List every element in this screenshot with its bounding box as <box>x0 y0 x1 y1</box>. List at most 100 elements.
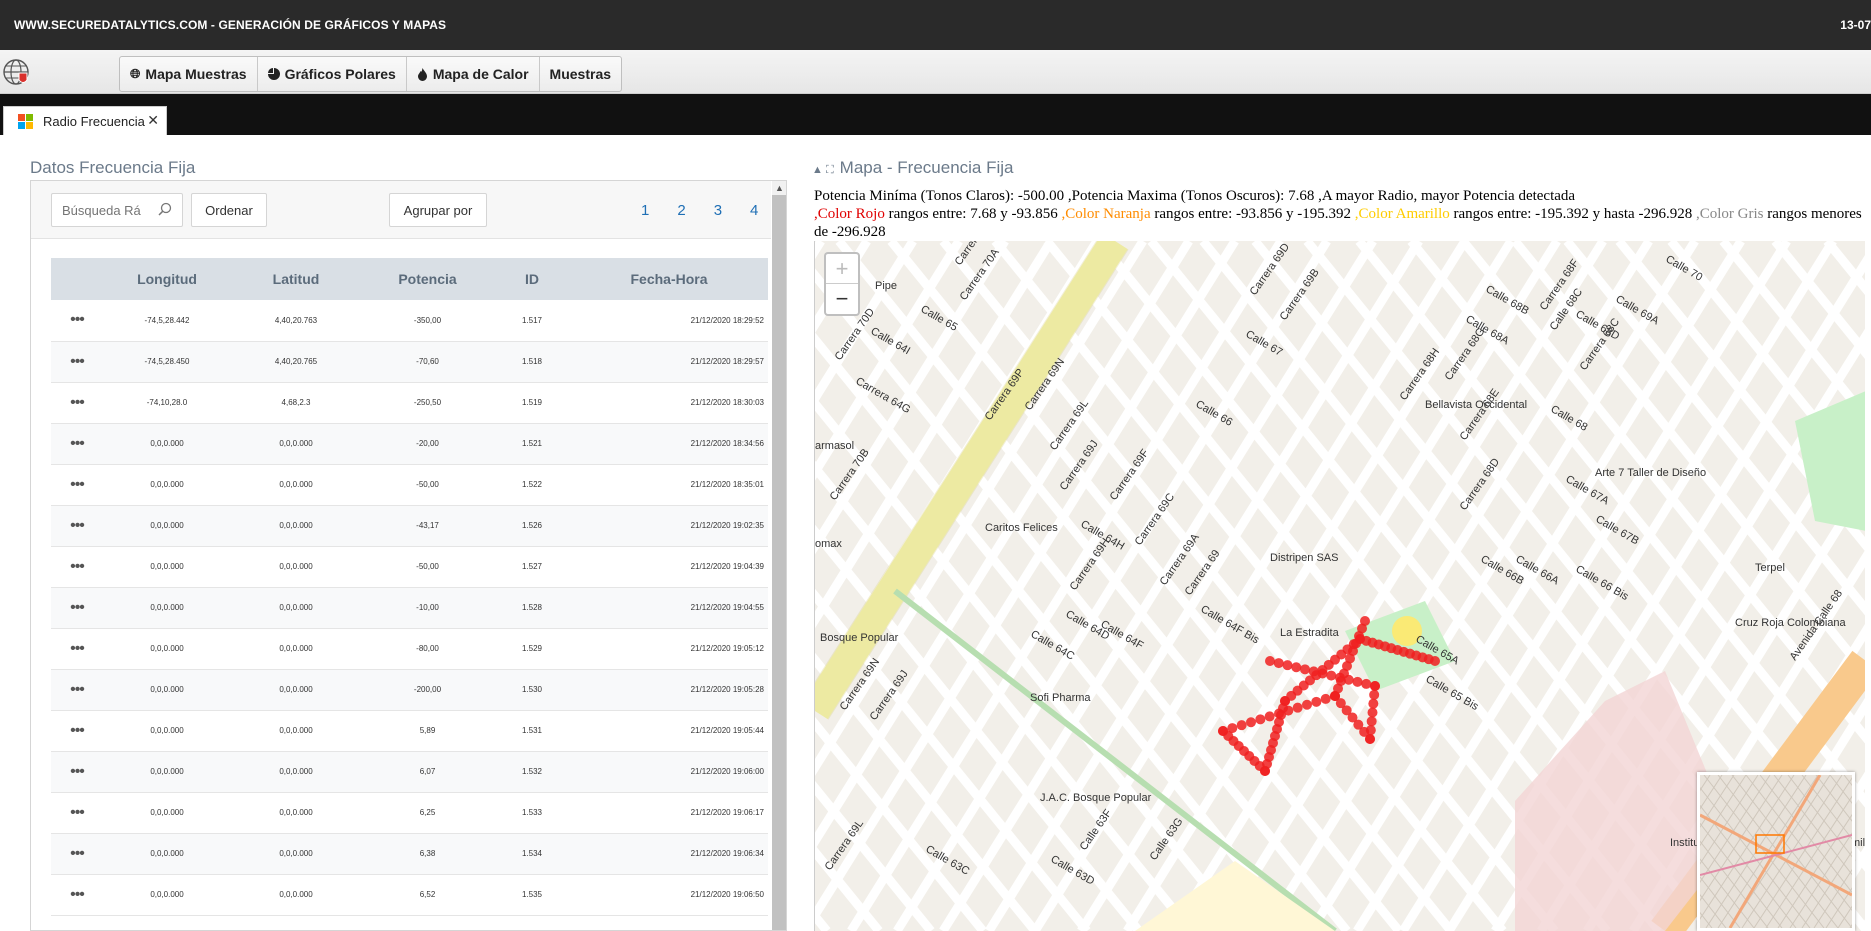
table-row[interactable]: ••• 0,0,0.000 0,0,0.000 -50,00 1.522 21/12/20… <box>51 464 768 506</box>
row-actions-icon[interactable]: ••• <box>51 382 103 424</box>
cell-fecha-hora: 21/12/2020 18:29:52 <box>570 300 768 342</box>
cell-fecha-hora: 21/12/2020 18:34:56 <box>570 423 768 465</box>
cell-id: 1.527 <box>494 546 570 588</box>
table-row[interactable]: ••• 0,0,0.000 0,0,0.000 6,07 1.532 21/12/2020… <box>51 751 768 793</box>
row-actions-icon[interactable]: ••• <box>51 628 103 670</box>
cell-id: 1.533 <box>494 792 570 834</box>
column-id[interactable]: ID <box>494 258 570 300</box>
nav-muestras[interactable]: Muestras <box>540 57 621 91</box>
cell-latitud: 0,0,0.000 <box>231 710 361 752</box>
map-label: Caritos Felices <box>985 522 1058 534</box>
table-row[interactable]: ••• 0,0,0.000 0,0,0.000 -200,00 1.530 21/12/2… <box>51 669 768 711</box>
column-latitud[interactable]: Latitud <box>231 258 361 300</box>
row-actions-icon[interactable]: ••• <box>51 505 103 547</box>
tab-strip <box>0 94 1871 135</box>
cell-potencia: -10,00 <box>361 587 494 629</box>
tab-radio-frecuencia[interactable]: Radio Frecuencia ✕ <box>3 106 167 135</box>
cell-longitud: 0,0,0.000 <box>103 710 231 752</box>
row-actions-icon[interactable]: ••• <box>51 751 103 793</box>
legend-amarillo-range: rangos entre: -195.392 y hasta -296.928 <box>1449 206 1696 222</box>
nav-mapa-de-calor[interactable]: Mapa de Calor <box>407 57 540 91</box>
cell-potencia: 6,52 <box>361 874 494 916</box>
zoom-in-button[interactable]: + <box>826 254 858 284</box>
nav-mapa-muestras[interactable]: 🌐︎ Mapa Muestras <box>120 57 258 91</box>
table-row[interactable]: ••• 0,0,0.000 0,0,0.000 -20,00 1.521 21/12/20… <box>51 423 768 465</box>
row-actions-icon[interactable]: ••• <box>51 300 103 342</box>
table-row[interactable]: ••• 0,0,0.000 0,0,0.000 6,38 1.534 21/12/2020… <box>51 833 768 875</box>
table-row[interactable]: ••• 0,0,0.000 0,0,0.000 -80,00 1.529 21/12/20… <box>51 628 768 670</box>
search-input[interactable] <box>52 194 152 226</box>
table-row[interactable]: ••• -74,5,28.450 4,40,20.765 -70,60 1.518 21/… <box>51 341 768 383</box>
page-2[interactable]: 2 <box>677 202 685 219</box>
tab-label: Radio Frecuencia <box>43 113 145 129</box>
data-table: Longitud Latitud Potencia ID Fecha-Hora … <box>51 258 768 916</box>
app-title-bar: WWW.SECUREDATALYTICS.COM - GENERACIÓN DE… <box>0 0 1871 50</box>
nav-graficos-polares[interactable]: Gráficos Polares <box>258 57 407 91</box>
tab-close-icon[interactable]: ✕ <box>147 112 159 129</box>
table-row[interactable]: ••• 0,0,0.000 0,0,0.000 5,89 1.531 21/12/2020… <box>51 710 768 752</box>
cell-latitud: 0,0,0.000 <box>231 792 361 834</box>
column-fecha-hora[interactable]: Fecha-Hora <box>570 258 768 300</box>
row-actions-icon[interactable]: ••• <box>51 792 103 834</box>
table-row[interactable]: ••• 0,0,0.000 0,0,0.000 -43,17 1.526 21/12/20… <box>51 505 768 547</box>
table-row[interactable]: ••• -74,10,28.0 4,68,2.3 -250,50 1.519 21/12/… <box>51 382 768 424</box>
row-actions-icon[interactable]: ••• <box>51 423 103 465</box>
column-potencia[interactable]: Potencia <box>361 258 494 300</box>
cell-longitud: -74,10,28.0 <box>103 382 231 424</box>
cell-potencia: -350,00 <box>361 300 494 342</box>
search-box <box>51 193 183 227</box>
row-actions-icon[interactable]: ••• <box>51 546 103 588</box>
cell-potencia: -20,00 <box>361 423 494 465</box>
cell-fecha-hora: 21/12/2020 19:05:12 <box>570 628 768 670</box>
grid-toolbar: Ordenar Agrupar por 1 2 3 4 <box>31 181 771 239</box>
cell-potencia: -250,50 <box>361 382 494 424</box>
row-actions-icon[interactable]: ••• <box>51 587 103 629</box>
map-label: Arte 7 Taller de Diseño <box>1595 467 1706 479</box>
row-actions-icon[interactable]: ••• <box>51 464 103 506</box>
cell-longitud: 0,0,0.000 <box>103 423 231 465</box>
row-actions-icon[interactable]: ••• <box>51 874 103 916</box>
table-row[interactable]: ••• 0,0,0.000 0,0,0.000 6,25 1.533 21/12/2020… <box>51 792 768 834</box>
legend-gris: ,Color Gris <box>1695 206 1764 222</box>
legend-line1: Potencia Miníma (Tonos Claros): -500.00 … <box>814 188 1576 204</box>
map-label: Bosque Popular <box>820 632 899 644</box>
cell-latitud: 0,0,0.000 <box>231 751 361 793</box>
search-icon[interactable] <box>158 202 172 216</box>
cell-longitud: 0,0,0.000 <box>103 669 231 711</box>
cell-fecha-hora: 21/12/2020 19:04:39 <box>570 546 768 588</box>
nav-label: Mapa de Calor <box>432 66 529 82</box>
group-by-button[interactable]: Agrupar por <box>389 193 487 227</box>
zoom-control: + − <box>824 252 860 316</box>
minimap[interactable] <box>1697 772 1855 931</box>
column-longitud[interactable]: Longitud <box>103 258 231 300</box>
map-label: Terpel <box>1755 562 1785 574</box>
app-title: WWW.SECUREDATALYTICS.COM - GENERACIÓN DE… <box>14 18 447 32</box>
cell-id: 1.531 <box>494 710 570 752</box>
cell-potencia: 6,38 <box>361 833 494 875</box>
cell-latitud: 0,0,0.000 <box>231 628 361 670</box>
cell-id: 1.535 <box>494 874 570 916</box>
collapse-icon[interactable]: ▲ ⛶ <box>812 164 834 176</box>
row-actions-icon[interactable]: ••• <box>51 341 103 383</box>
page-4[interactable]: 4 <box>750 202 758 219</box>
table-row[interactable]: ••• 0,0,0.000 0,0,0.000 -10,00 1.528 21/12/20… <box>51 587 768 629</box>
page-3[interactable]: 3 <box>714 202 722 219</box>
table-row[interactable]: ••• 0,0,0.000 0,0,0.000 6,52 1.535 21/12/2020… <box>51 874 768 916</box>
zoom-out-button[interactable]: − <box>826 284 858 314</box>
table-row[interactable]: ••• 0,0,0.000 0,0,0.000 -50,00 1.527 21/12/20… <box>51 546 768 588</box>
page-1[interactable]: 1 <box>641 202 649 219</box>
cell-latitud: 4,68,2.3 <box>231 382 361 424</box>
cell-longitud: 0,0,0.000 <box>103 833 231 875</box>
table-row[interactable]: ••• -74,5,28.442 4,40,20.763 -350,00 1.517 21… <box>51 300 768 342</box>
vertical-scrollbar[interactable]: ▲ <box>772 181 786 930</box>
cell-id: 1.522 <box>494 464 570 506</box>
sort-button[interactable]: Ordenar <box>191 193 267 227</box>
row-actions-icon[interactable]: ••• <box>51 833 103 875</box>
scroll-up-icon[interactable]: ▲ <box>772 181 786 195</box>
row-actions-icon[interactable]: ••• <box>51 669 103 711</box>
row-actions-icon[interactable]: ••• <box>51 710 103 752</box>
cell-id: 1.526 <box>494 505 570 547</box>
map-label: omax <box>815 538 842 550</box>
cell-longitud: 0,0,0.000 <box>103 874 231 916</box>
app-logo-icon <box>3 59 29 85</box>
